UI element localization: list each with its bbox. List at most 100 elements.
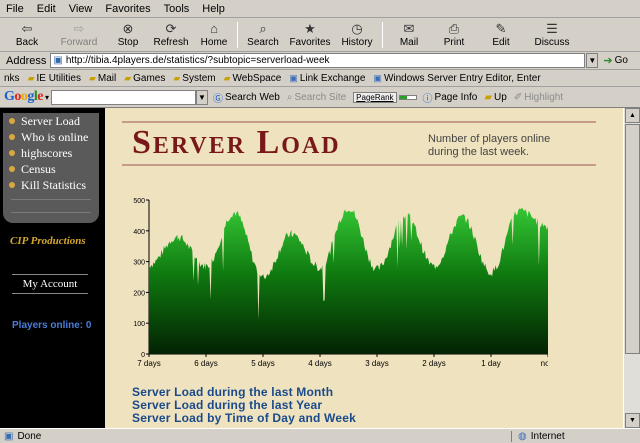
menu-tools[interactable]: Tools — [164, 3, 190, 15]
address-url: http://tibia.4players.de/statistics/?sub… — [65, 55, 330, 66]
favorites-button[interactable]: ★ Favorites — [285, 19, 335, 51]
menu-bar: File Edit View Favorites Tools Help — [0, 0, 640, 18]
link-webspace[interactable]: ▰ WebSpace — [224, 73, 282, 84]
back-button[interactable]: ⇦ Back — [4, 19, 50, 51]
sidebar: Server Load Who is online highscores Cen… — [0, 108, 105, 428]
history-button[interactable]: ◷ History — [335, 19, 379, 51]
nav-server-load[interactable]: Server Load — [3, 113, 99, 129]
page-icon: ▣ — [53, 55, 63, 66]
discuss-icon: ☰ — [546, 20, 558, 36]
links-bar: nks ▰ IE Utilities ▰ Mail ▰ Games ▰ System ▰… — [0, 70, 640, 87]
forward-button[interactable]: ⇨ Forward — [50, 19, 108, 51]
brand-logo[interactable]: CIP Productions — [10, 235, 86, 247]
nav-kill-statistics[interactable]: Kill Statistics — [3, 177, 99, 193]
server-load-chart: 0 100 200 300 400 500 7 days 6 days 5 days 4 day… — [133, 198, 548, 368]
bullet-icon — [9, 182, 15, 188]
address-label: Address — [6, 54, 47, 67]
toolbar-separator — [237, 21, 238, 48]
header-rule — [122, 164, 596, 166]
nav-panel: Server Load Who is online highscores Cen… — [3, 113, 99, 223]
folder-up-icon: ▰ — [484, 91, 493, 103]
mail-button[interactable]: ✉ Mail — [386, 19, 432, 51]
google-search-input[interactable] — [51, 89, 197, 105]
x-axis-labels: 7 days 6 days 5 days 4 days 3 days 2 days 1 da… — [137, 354, 548, 368]
x-tick-label: 6 days — [194, 359, 218, 368]
status-bar: ▣ Done ◍ Internet — [0, 428, 640, 443]
bullet-icon — [9, 134, 15, 140]
x-tick-label: 2 days — [422, 359, 446, 368]
related-links: Server Load during the last Month Server… — [132, 386, 356, 425]
highlight-button[interactable]: ✐ Highlight — [514, 92, 563, 103]
google-menu-dropdown-icon[interactable]: ▾ — [45, 93, 49, 102]
globe-icon: ◍ — [518, 430, 527, 442]
chevron-down-icon: ▼ — [629, 417, 636, 424]
x-tick-label: 1 day — [481, 359, 501, 368]
scroll-thumb[interactable] — [625, 124, 640, 354]
up-button[interactable]: ▰ Up — [484, 92, 507, 103]
y-axis-labels: 0 100 200 300 400 500 — [133, 198, 149, 359]
refresh-icon: ⟳ — [165, 20, 177, 36]
pagerank-label: PageRank — [353, 91, 397, 103]
vertical-scrollbar[interactable]: ▲ ▼ — [623, 108, 640, 428]
folder-icon: ▰ — [88, 72, 96, 83]
mail-icon: ✉ — [403, 20, 415, 36]
status-zone: ◍ Internet — [518, 430, 565, 442]
scroll-down-button[interactable]: ▼ — [625, 413, 640, 428]
menu-file[interactable]: File — [6, 3, 24, 15]
info-icon: ⓘ — [422, 93, 433, 105]
y-tick-label: 200 — [133, 290, 145, 297]
nav-divider — [11, 199, 91, 213]
refresh-button[interactable]: ⟳ Refresh — [148, 19, 194, 51]
nav-highscores[interactable]: highscores — [3, 145, 99, 161]
page-icon: ▣ — [4, 430, 14, 442]
go-arrow-icon: ➔ — [603, 55, 613, 67]
folder-icon: ▰ — [124, 72, 132, 83]
stop-button[interactable]: ⊗ Stop — [108, 19, 148, 51]
link-load-time-of-day[interactable]: Server Load by Time of Day and Week — [132, 412, 356, 425]
address-dropdown-button[interactable]: ▼ — [586, 53, 599, 68]
scroll-up-button[interactable]: ▲ — [625, 108, 640, 123]
home-button[interactable]: ⌂ Home — [194, 19, 234, 51]
page-content: Server Load Who is online highscores Cen… — [0, 108, 623, 428]
links-label: nks — [4, 72, 20, 84]
nav-census[interactable]: Census — [3, 161, 99, 177]
go-button[interactable]: ➔ Go — [603, 54, 628, 67]
menu-edit[interactable]: Edit — [37, 3, 56, 15]
folder-icon: ▰ — [173, 72, 181, 83]
y-tick-label: 100 — [133, 321, 145, 328]
search-button[interactable]: ⌕ Search — [241, 19, 285, 51]
back-arrow-icon: ⇦ — [21, 20, 33, 36]
discuss-button[interactable]: ☰ Discuss — [526, 19, 578, 51]
link-games[interactable]: ▰ Games — [124, 73, 165, 84]
y-tick-label: 500 — [133, 198, 145, 205]
search-site-button[interactable]: ⌕ Search Site — [287, 92, 346, 103]
history-icon: ◷ — [351, 20, 363, 36]
link-windows-server[interactable]: ▣ Windows Server Entry Editor, Enter — [373, 73, 540, 84]
edit-button[interactable]: ✎ Edit — [476, 19, 526, 51]
link-link-exchange[interactable]: ▣ Link Exchange — [289, 73, 365, 84]
link-ie-utilities[interactable]: ▰ IE Utilities — [28, 73, 81, 84]
menu-favorites[interactable]: Favorites — [105, 3, 150, 15]
google-search-dropdown-button[interactable]: ▼ — [196, 89, 209, 105]
stop-icon: ⊗ — [122, 20, 134, 36]
players-online-count[interactable]: Players online: 0 — [12, 320, 91, 331]
x-tick-label: 7 days — [137, 359, 161, 368]
print-button[interactable]: ⎙ Print — [432, 19, 476, 51]
print-icon: ⎙ — [448, 20, 460, 36]
search-web-button[interactable]: Ⓖ Search Web — [213, 90, 280, 105]
address-input[interactable]: ▣ http://tibia.4players.de/statistics/?s… — [50, 53, 586, 68]
forward-arrow-icon: ⇨ — [73, 20, 85, 36]
toolbar: ⇦ Back ⇨ Forward ⊗ Stop ⟳ Refresh ⌂ Home ⌕ Sea… — [0, 18, 640, 52]
y-tick-label: 400 — [133, 229, 145, 236]
nav-who-is-online[interactable]: Who is online — [3, 129, 99, 145]
menu-help[interactable]: Help — [202, 3, 225, 15]
link-system[interactable]: ▰ System — [173, 73, 215, 84]
x-tick-label: now — [541, 359, 548, 368]
google-logo[interactable]: Google — [4, 89, 43, 105]
link-mail[interactable]: ▰ Mail — [89, 73, 116, 84]
google-toolbar: Google ▾ ▼ Ⓖ Search Web ⌕ Search Site Page… — [0, 87, 640, 108]
menu-view[interactable]: View — [69, 3, 93, 15]
my-account-button[interactable]: My Account — [12, 274, 88, 294]
favorites-icon: ★ — [304, 20, 316, 36]
page-info-button[interactable]: ⓘ Page Info — [423, 90, 478, 105]
